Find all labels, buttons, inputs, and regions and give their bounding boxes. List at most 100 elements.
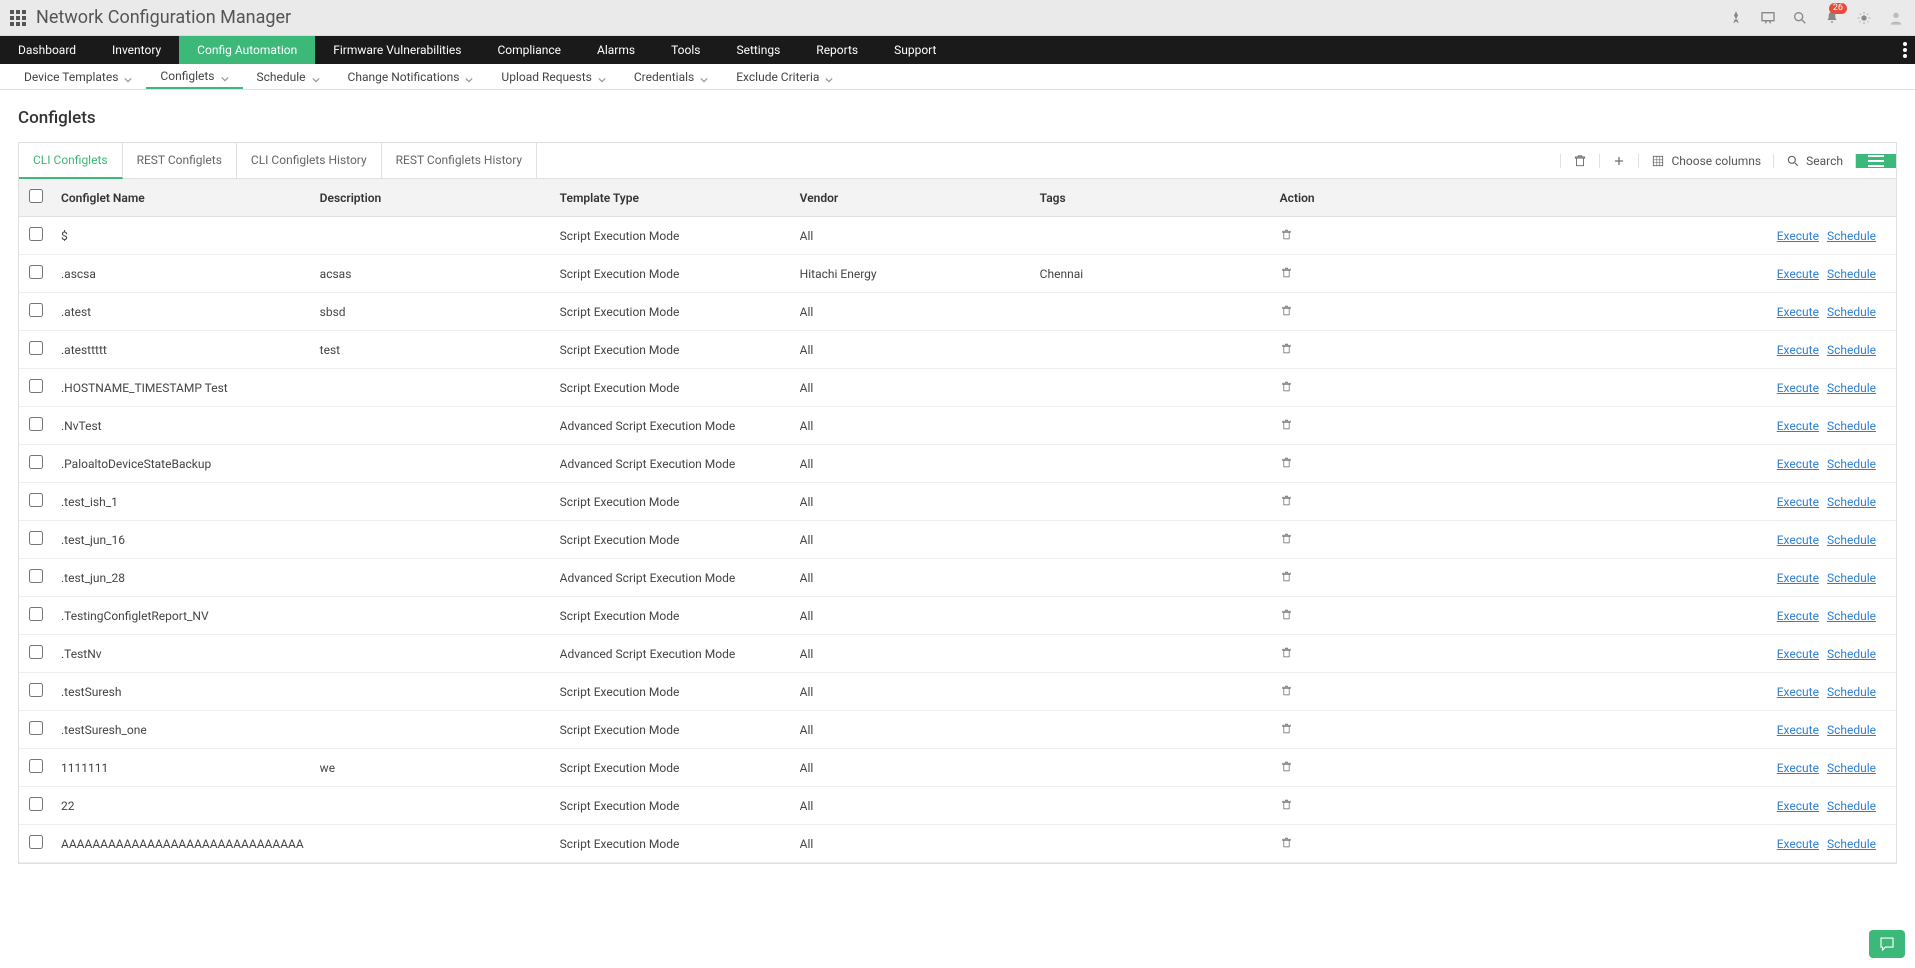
tab-rest-configlets[interactable]: REST Configlets	[123, 143, 237, 178]
subnav-item-schedule[interactable]: Schedule	[243, 64, 334, 89]
trash-icon[interactable]	[1280, 686, 1293, 700]
apps-grid-icon[interactable]	[10, 10, 26, 26]
row-checkbox[interactable]	[29, 569, 43, 583]
tab-cli-configlets-history[interactable]: CLI Configlets History	[237, 143, 382, 178]
nav-item-dashboard[interactable]: Dashboard	[0, 36, 94, 64]
schedule-link[interactable]: Schedule	[1827, 457, 1876, 471]
row-checkbox[interactable]	[29, 379, 43, 393]
execute-link[interactable]: Execute	[1777, 419, 1819, 433]
add-button[interactable]	[1599, 154, 1638, 168]
execute-link[interactable]: Execute	[1777, 305, 1819, 319]
execute-link[interactable]: Execute	[1777, 609, 1819, 623]
schedule-link[interactable]: Schedule	[1827, 799, 1876, 813]
nav-item-inventory[interactable]: Inventory	[94, 36, 179, 64]
nav-item-alarms[interactable]: Alarms	[579, 36, 653, 64]
schedule-link[interactable]: Schedule	[1827, 647, 1876, 661]
choose-columns-button[interactable]: Choose columns	[1638, 154, 1773, 168]
tab-rest-configlets-history[interactable]: REST Configlets History	[382, 143, 537, 178]
search-button[interactable]: Search	[1773, 154, 1855, 168]
tab-cli-configlets[interactable]: CLI Configlets	[19, 143, 123, 179]
execute-link[interactable]: Execute	[1777, 685, 1819, 699]
schedule-link[interactable]: Schedule	[1827, 609, 1876, 623]
subnav-item-upload-requests[interactable]: Upload Requests	[487, 64, 619, 89]
execute-link[interactable]: Execute	[1777, 761, 1819, 775]
nav-item-reports[interactable]: Reports	[798, 36, 876, 64]
trash-icon[interactable]	[1280, 230, 1293, 244]
schedule-link[interactable]: Schedule	[1827, 381, 1876, 395]
trash-icon[interactable]	[1280, 838, 1293, 852]
user-avatar-icon[interactable]	[1887, 9, 1905, 27]
row-checkbox[interactable]	[29, 227, 43, 241]
subnav-item-configlets[interactable]: Configlets	[146, 64, 242, 89]
trash-icon[interactable]	[1280, 610, 1293, 624]
delete-button[interactable]	[1560, 154, 1599, 168]
row-checkbox[interactable]	[29, 721, 43, 735]
trash-icon[interactable]	[1280, 724, 1293, 738]
execute-link[interactable]: Execute	[1777, 647, 1819, 661]
execute-link[interactable]: Execute	[1777, 837, 1819, 851]
schedule-link[interactable]: Schedule	[1827, 685, 1876, 699]
row-checkbox[interactable]	[29, 683, 43, 697]
execute-link[interactable]: Execute	[1777, 723, 1819, 737]
schedule-link[interactable]: Schedule	[1827, 837, 1876, 851]
trash-icon[interactable]	[1280, 458, 1293, 472]
execute-link[interactable]: Execute	[1777, 381, 1819, 395]
trash-icon[interactable]	[1280, 344, 1293, 358]
trash-icon[interactable]	[1280, 572, 1293, 586]
execute-link[interactable]: Execute	[1777, 533, 1819, 547]
nav-item-firmware-vulnerabilities[interactable]: Firmware Vulnerabilities	[315, 36, 479, 64]
schedule-link[interactable]: Schedule	[1827, 761, 1876, 775]
schedule-link[interactable]: Schedule	[1827, 305, 1876, 319]
row-checkbox[interactable]	[29, 265, 43, 279]
select-all-checkbox[interactable]	[29, 189, 43, 203]
row-checkbox[interactable]	[29, 341, 43, 355]
nav-item-tools[interactable]: Tools	[653, 36, 718, 64]
row-checkbox[interactable]	[29, 303, 43, 317]
execute-link[interactable]: Execute	[1777, 343, 1819, 357]
execute-link[interactable]: Execute	[1777, 229, 1819, 243]
nav-more-icon[interactable]	[1903, 36, 1907, 64]
col-template-type[interactable]: Template Type	[552, 179, 792, 217]
row-checkbox[interactable]	[29, 797, 43, 811]
schedule-link[interactable]: Schedule	[1827, 533, 1876, 547]
schedule-link[interactable]: Schedule	[1827, 229, 1876, 243]
execute-link[interactable]: Execute	[1777, 799, 1819, 813]
trash-icon[interactable]	[1280, 800, 1293, 814]
trash-icon[interactable]	[1280, 382, 1293, 396]
subnav-item-exclude-criteria[interactable]: Exclude Criteria	[722, 64, 847, 89]
rocket-icon[interactable]	[1727, 9, 1745, 27]
row-checkbox[interactable]	[29, 417, 43, 431]
nav-item-settings[interactable]: Settings	[718, 36, 798, 64]
subnav-item-credentials[interactable]: Credentials	[620, 64, 722, 89]
row-checkbox[interactable]	[29, 493, 43, 507]
trash-icon[interactable]	[1280, 496, 1293, 510]
schedule-link[interactable]: Schedule	[1827, 267, 1876, 281]
schedule-link[interactable]: Schedule	[1827, 343, 1876, 357]
schedule-link[interactable]: Schedule	[1827, 723, 1876, 737]
row-checkbox[interactable]	[29, 645, 43, 659]
col-name[interactable]: Configlet Name	[53, 179, 312, 217]
col-tags[interactable]: Tags	[1032, 179, 1272, 217]
row-checkbox[interactable]	[29, 455, 43, 469]
col-vendor[interactable]: Vendor	[792, 179, 1032, 217]
execute-link[interactable]: Execute	[1777, 495, 1819, 509]
execute-link[interactable]: Execute	[1777, 457, 1819, 471]
col-description[interactable]: Description	[312, 179, 552, 217]
row-checkbox[interactable]	[29, 835, 43, 849]
trash-icon[interactable]	[1280, 648, 1293, 662]
nav-item-support[interactable]: Support	[876, 36, 954, 64]
chat-fab[interactable]	[1869, 930, 1905, 958]
execute-link[interactable]: Execute	[1777, 571, 1819, 585]
nav-item-compliance[interactable]: Compliance	[479, 36, 579, 64]
search-icon[interactable]	[1791, 9, 1809, 27]
trash-icon[interactable]	[1280, 420, 1293, 434]
row-checkbox[interactable]	[29, 531, 43, 545]
trash-icon[interactable]	[1280, 268, 1293, 282]
subnav-item-change-notifications[interactable]: Change Notifications	[334, 64, 488, 89]
presentation-icon[interactable]	[1759, 9, 1777, 27]
schedule-link[interactable]: Schedule	[1827, 495, 1876, 509]
row-checkbox[interactable]	[29, 607, 43, 621]
trash-icon[interactable]	[1280, 534, 1293, 548]
schedule-link[interactable]: Schedule	[1827, 571, 1876, 585]
gear-icon[interactable]	[1855, 9, 1873, 27]
